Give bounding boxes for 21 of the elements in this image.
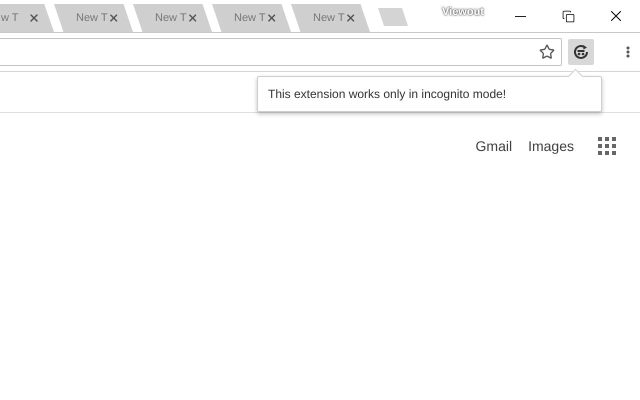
- browser-tab[interactable]: New T: [54, 4, 133, 32]
- popup-message: This extension works only in incognito mode!: [268, 87, 506, 101]
- browser-tab[interactable]: New T: [291, 4, 370, 32]
- extension-button[interactable]: [568, 39, 594, 65]
- close-icon[interactable]: [28, 12, 40, 24]
- menu-icon: [626, 46, 630, 58]
- browser-tab[interactable]: New T: [212, 4, 291, 32]
- browser-tab[interactable]: w T: [0, 4, 54, 32]
- restore-icon: [562, 10, 574, 22]
- close-icon[interactable]: [266, 12, 277, 24]
- star-icon[interactable]: [539, 44, 555, 60]
- header-link[interactable]: Gmail: [476, 138, 512, 154]
- window-title: Viewout: [442, 6, 484, 18]
- header-link[interactable]: Images: [528, 138, 574, 154]
- close-icon[interactable]: [344, 12, 356, 24]
- refresh-icon: [572, 43, 590, 61]
- menu-button[interactable]: [626, 46, 630, 58]
- close-icon[interactable]: [186, 12, 198, 24]
- close-icon[interactable]: [108, 12, 119, 24]
- browser-tab[interactable]: New T: [133, 4, 212, 32]
- apps-grid-icon[interactable]: [598, 137, 616, 155]
